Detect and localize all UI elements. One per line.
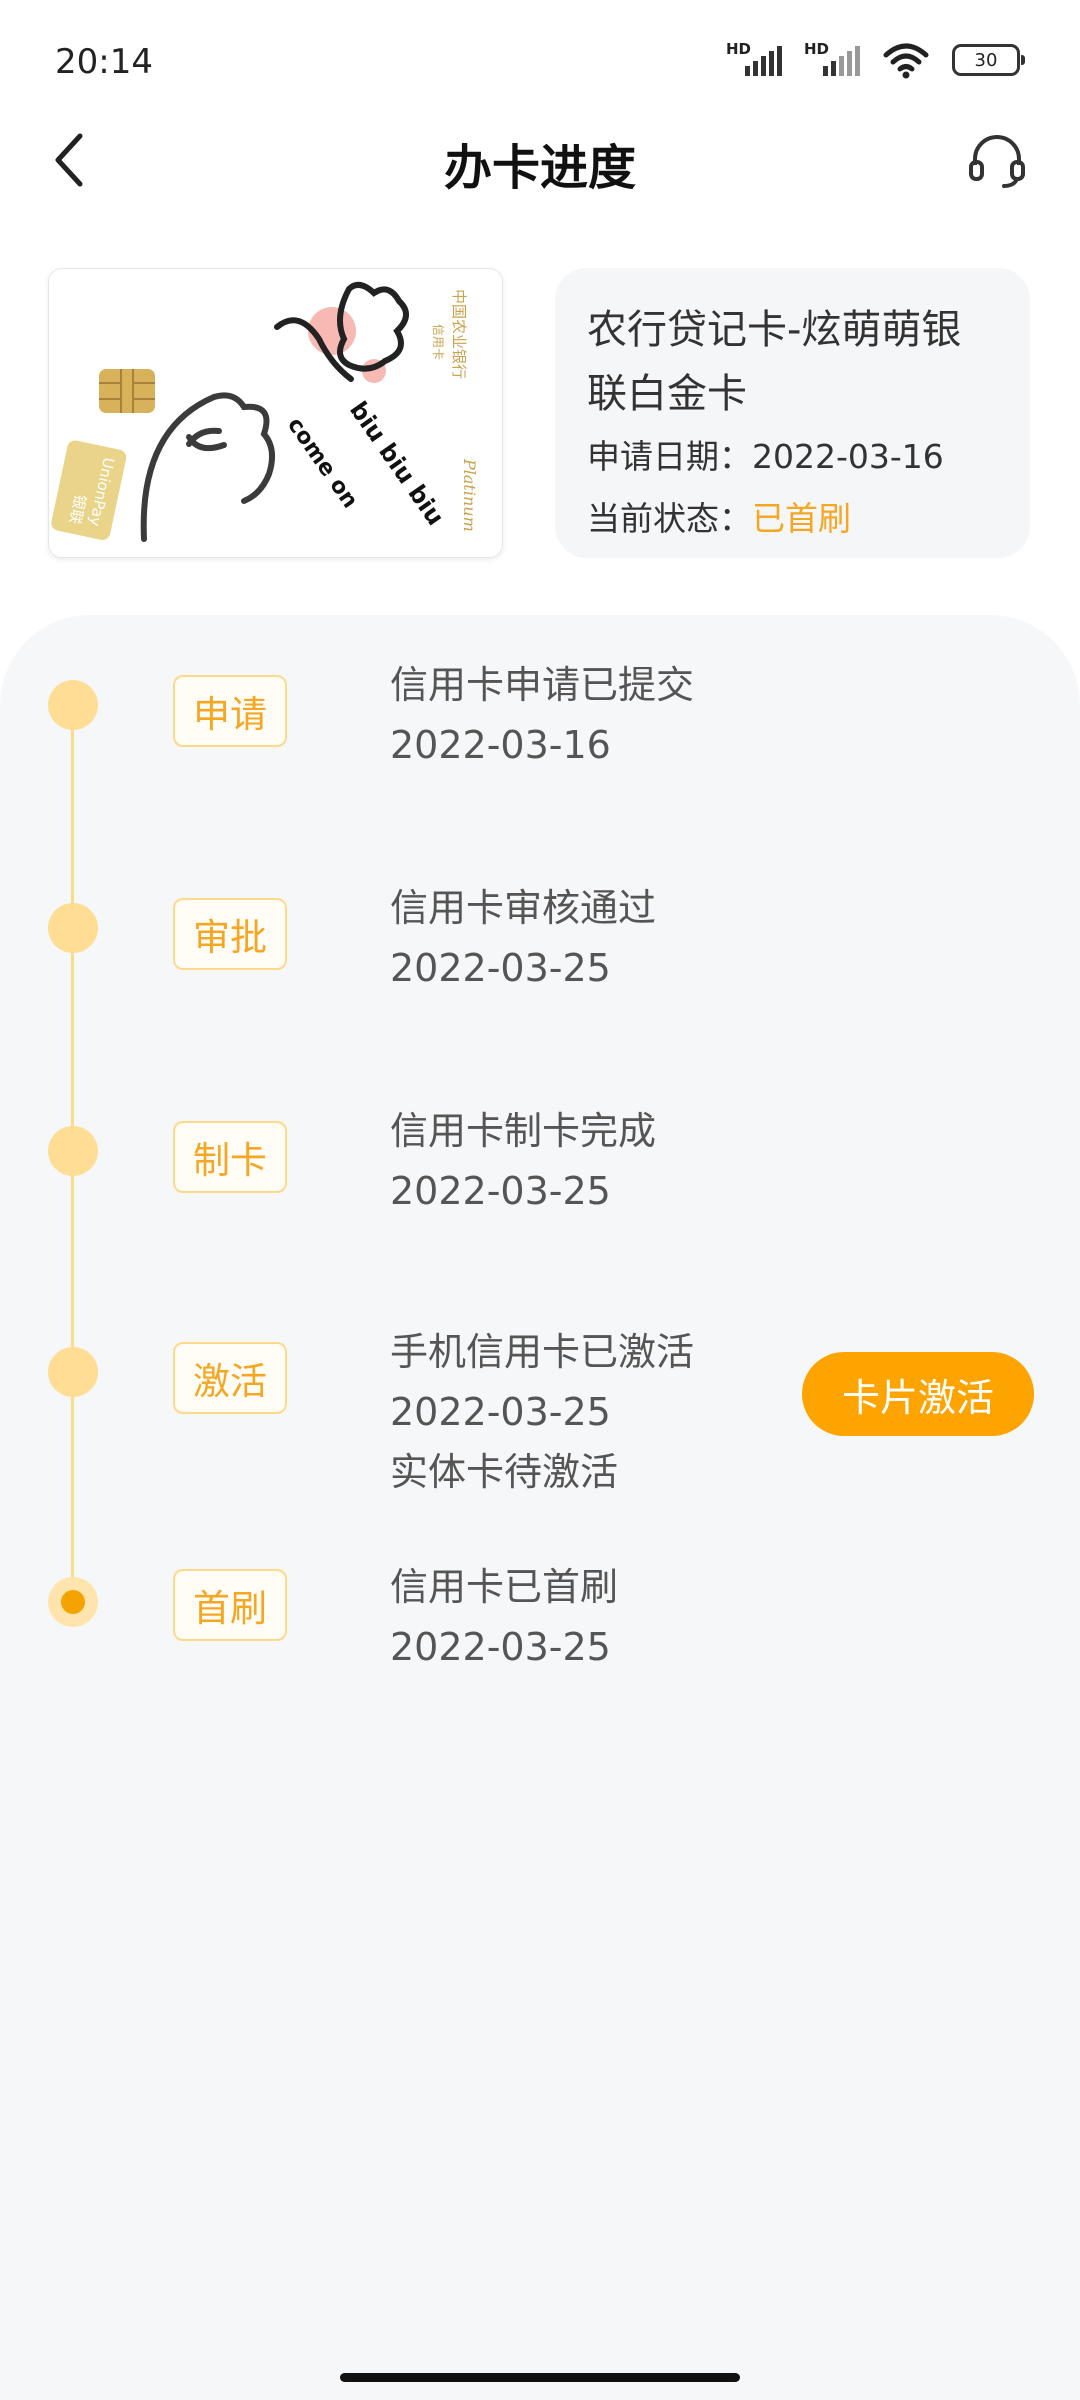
headset-icon	[969, 135, 1025, 188]
step-line: 信用卡申请已提交	[390, 663, 695, 707]
battery-icon: 30	[952, 44, 1025, 76]
card-activate-button[interactable]: 卡片激活	[802, 1352, 1034, 1436]
status-value: 已首刷	[752, 499, 851, 538]
step-date: 2022-03-25	[390, 946, 611, 990]
step-line: 信用卡已首刷	[390, 1565, 619, 1609]
step-badge: 申请	[173, 675, 287, 747]
step-text: 信用卡申请已提交 2022-03-16	[390, 655, 694, 775]
svg-text:Platinum: Platinum	[460, 458, 479, 532]
step-badge: 审批	[173, 898, 287, 970]
signal-icon: HD	[726, 40, 782, 80]
step-text: 手机信用卡已激活 2022-03-25 实体卡待激活	[390, 1322, 694, 1502]
apply-date-label: 申请日期：	[587, 437, 752, 476]
step-line: 信用卡审核通过	[390, 886, 657, 930]
svg-text:中国农业银行: 中国农业银行	[450, 289, 468, 379]
step-text: 信用卡制卡完成 2022-03-25	[390, 1101, 656, 1221]
customer-service-button[interactable]	[962, 125, 1032, 195]
battery-level: 30	[974, 49, 998, 71]
signal-icon: HD	[804, 40, 860, 80]
step-line: 信用卡制卡完成	[390, 1109, 657, 1153]
home-indicator[interactable]	[340, 2373, 740, 2382]
step-line: 手机信用卡已激活	[390, 1330, 695, 1374]
status-row: 当前状态：已首刷	[587, 488, 998, 550]
apply-date-row: 申请日期：2022-03-16	[587, 426, 998, 488]
step-text: 信用卡审核通过 2022-03-25	[390, 878, 656, 998]
card-name: 农行贷记卡-炫萌萌银联白金卡	[587, 307, 962, 417]
status-label: 当前状态：	[587, 499, 752, 538]
status-bar: 20:14 HD HD 30	[0, 0, 1080, 110]
step-line: 实体卡待激活	[390, 1450, 619, 1494]
credit-card-image: UnionPay 银联 biu biu biu come on 中国农业银行 信…	[48, 268, 503, 558]
wifi-icon	[883, 43, 929, 79]
status-time: 20:14	[55, 42, 153, 82]
step-badge: 激活	[173, 1342, 287, 1414]
page-title: 办卡进度	[443, 140, 636, 196]
step-text: 信用卡已首刷 2022-03-25	[390, 1557, 618, 1677]
step-date: 2022-03-25	[390, 1625, 611, 1669]
step-date: 2022-03-16	[390, 723, 611, 767]
step-date: 2022-03-25	[390, 1390, 611, 1434]
step-badge: 首刷	[173, 1569, 287, 1641]
timeline-dot	[48, 1126, 98, 1176]
timeline-dot	[48, 903, 98, 953]
timeline-dot-current	[48, 1577, 98, 1627]
timeline-dot	[48, 1347, 98, 1397]
chip-icon	[99, 369, 155, 413]
card-artwork: UnionPay 银联 biu biu biu come on 中国农业银行 信…	[49, 269, 502, 557]
apply-date-value: 2022-03-16	[752, 437, 944, 476]
card-info-panel: 农行贷记卡-炫萌萌银联白金卡 申请日期：2022-03-16 当前状态：已首刷	[555, 268, 1030, 558]
step-badge: 制卡	[173, 1121, 287, 1193]
header: 办卡进度	[0, 110, 1080, 210]
status-icons: HD HD 30	[726, 40, 1025, 80]
timeline-dot	[48, 680, 98, 730]
svg-text:信用卡: 信用卡	[431, 324, 445, 360]
step-date: 2022-03-25	[390, 1169, 611, 1213]
